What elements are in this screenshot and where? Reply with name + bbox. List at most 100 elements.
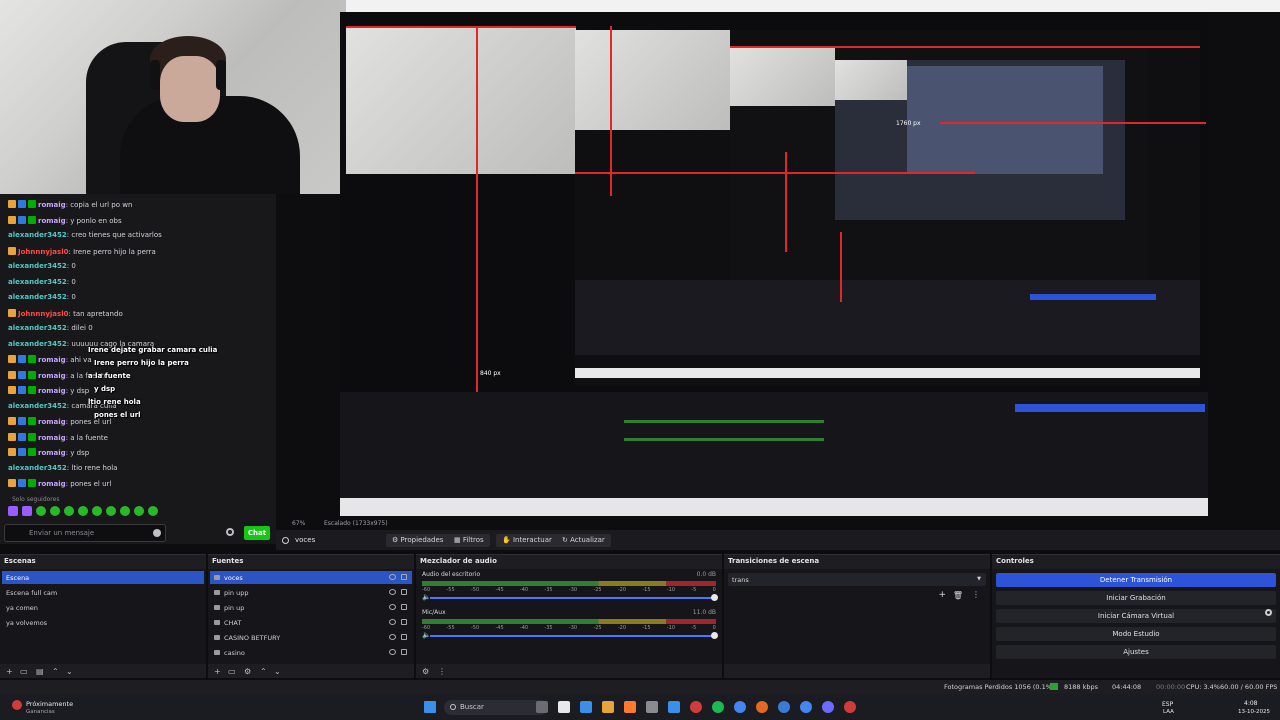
chat-tool-icon[interactable] (22, 506, 32, 516)
scene-item[interactable]: ya comen (2, 601, 204, 614)
properties-button[interactable]: ⚙ Propiedades (386, 534, 450, 547)
source-item[interactable]: pin up (210, 601, 412, 614)
chat-username[interactable]: alexander3452 (8, 293, 67, 301)
mixer-menu-icon[interactable]: ⋮ (438, 667, 446, 676)
chat-username[interactable]: romaig (38, 387, 66, 395)
eye-icon[interactable] (389, 574, 396, 580)
eye-icon[interactable] (389, 619, 396, 625)
obs-preview[interactable]: 840 px 1760 px (340, 12, 1208, 516)
chat-username[interactable]: alexander3452 (8, 340, 67, 348)
chat-tool-icon[interactable] (92, 506, 102, 516)
refresh-button[interactable]: ↻ Actualizar (556, 534, 611, 547)
chat-username[interactable]: romaig (38, 217, 66, 225)
move-up-icon[interactable]: ⌃ (260, 667, 267, 676)
chat-username[interactable]: alexander3452 (8, 278, 67, 286)
control-button[interactable]: Iniciar Cámara Virtual (996, 609, 1276, 623)
taskbar-app-icon[interactable] (800, 701, 812, 713)
chat-username[interactable]: romaig (38, 356, 66, 364)
volume-knob[interactable] (711, 632, 718, 639)
chat-tool-icon[interactable] (120, 506, 130, 516)
eye-icon[interactable] (389, 604, 396, 610)
move-down-icon[interactable]: ⌄ (274, 667, 281, 676)
lock-icon[interactable] (401, 589, 407, 595)
taskbar-app-icon[interactable] (712, 701, 724, 713)
lock-icon[interactable] (401, 634, 407, 640)
chat-username[interactable]: romaig (38, 418, 66, 426)
source-item[interactable]: pin upp (210, 586, 412, 599)
taskbar-app-icon[interactable] (580, 701, 592, 713)
move-up-icon[interactable]: ⌃ (52, 667, 59, 676)
chat-username[interactable]: romaig (38, 372, 66, 380)
add-source-icon[interactable]: + (214, 667, 221, 676)
remove-source-icon[interactable]: ▭ (228, 667, 236, 676)
control-button[interactable]: Iniciar Grabación (996, 591, 1276, 605)
filters-button[interactable]: ▦ Filtros (448, 534, 490, 547)
chat-username[interactable]: romaig (38, 480, 66, 488)
chat-username[interactable]: romaig (38, 449, 66, 457)
control-button[interactable]: Ajustes (996, 645, 1276, 659)
chat-send-button[interactable]: Chat (244, 526, 270, 540)
chat-username[interactable]: alexander3452 (8, 464, 67, 472)
lock-icon[interactable] (401, 604, 407, 610)
chat-tool-icon[interactable] (36, 506, 46, 516)
scene-item[interactable]: Escena full cam (2, 586, 204, 599)
lock-icon[interactable] (401, 649, 407, 655)
source-item[interactable]: voces (210, 571, 412, 584)
taskbar-app-icon[interactable] (822, 701, 834, 713)
taskbar-app-icon[interactable] (536, 701, 548, 713)
source-settings-icon[interactable]: ⚙ (244, 667, 251, 676)
lock-icon[interactable] (401, 619, 407, 625)
eye-icon[interactable] (389, 649, 396, 655)
chat-username[interactable]: alexander3452 (8, 262, 67, 270)
chat-tool-icon[interactable] (106, 506, 116, 516)
chat-input[interactable]: Enviar un mensaje (4, 524, 166, 542)
control-button[interactable]: Modo Estudio (996, 627, 1276, 641)
taskbar-app-icon[interactable] (690, 701, 702, 713)
transition-select[interactable]: trans ▼ (728, 573, 986, 586)
clock-time[interactable]: 4:08 (1244, 700, 1257, 707)
chat-username[interactable]: romaig (38, 434, 66, 442)
source-item[interactable]: CASINO BETFURY (210, 631, 412, 644)
lock-icon[interactable] (401, 574, 407, 580)
source-item[interactable]: casino (210, 646, 412, 659)
speaker-icon[interactable]: 🔈 (422, 631, 431, 639)
trash-icon[interactable]: 🗑 (953, 591, 963, 600)
chat-tool-icon[interactable] (8, 506, 18, 516)
taskbar-app-icon[interactable] (646, 701, 658, 713)
chat-tool-icon[interactable] (78, 506, 88, 516)
chat-username[interactable]: alexander3452 (8, 231, 67, 239)
control-button[interactable]: Detener Transmisión (996, 573, 1276, 587)
chat-tool-icon[interactable] (134, 506, 144, 516)
menu-icon[interactable]: ⋮ (972, 590, 980, 599)
scene-filter-icon[interactable]: ▤ (36, 667, 44, 676)
taskbar-app-icon[interactable] (624, 701, 636, 713)
emote-icon[interactable] (153, 529, 161, 537)
taskbar-app-icon[interactable] (778, 701, 790, 713)
chat-tool-icon[interactable] (148, 506, 158, 516)
taskbar-app-icon[interactable] (756, 701, 768, 713)
chat-username[interactable]: alexander3452 (8, 324, 67, 332)
add-scene-icon[interactable]: + (6, 667, 13, 676)
chat-tool-icon[interactable] (64, 506, 74, 516)
gear-icon[interactable] (226, 528, 234, 536)
volume-slider[interactable] (430, 635, 714, 637)
scene-item[interactable]: ya volvemos (2, 616, 204, 629)
chat-username[interactable]: romaig (38, 201, 66, 209)
volume-knob[interactable] (711, 594, 718, 601)
chat-username[interactable]: alexander3452 (8, 402, 67, 410)
taskbar-app-icon[interactable] (602, 701, 614, 713)
eye-icon[interactable] (389, 589, 396, 595)
move-down-icon[interactable]: ⌄ (66, 667, 73, 676)
taskbar-app-icon[interactable] (558, 701, 570, 713)
eye-icon[interactable] (389, 634, 396, 640)
volume-slider[interactable] (430, 597, 714, 599)
taskbar-app-icon[interactable] (734, 701, 746, 713)
scene-item[interactable]: Escena (2, 571, 204, 584)
interact-button[interactable]: ✋ Interactuar (496, 534, 558, 547)
mixer-settings-icon[interactable]: ⚙ (422, 667, 429, 676)
chat-username[interactable]: Johnnnyjasl0 (18, 310, 68, 318)
remove-scene-icon[interactable]: ▭ (20, 667, 28, 676)
language-indicator[interactable]: ESP (1162, 701, 1173, 708)
gear-icon[interactable] (1265, 609, 1272, 616)
chat-username[interactable]: Johnnnyjasl0 (18, 248, 68, 256)
